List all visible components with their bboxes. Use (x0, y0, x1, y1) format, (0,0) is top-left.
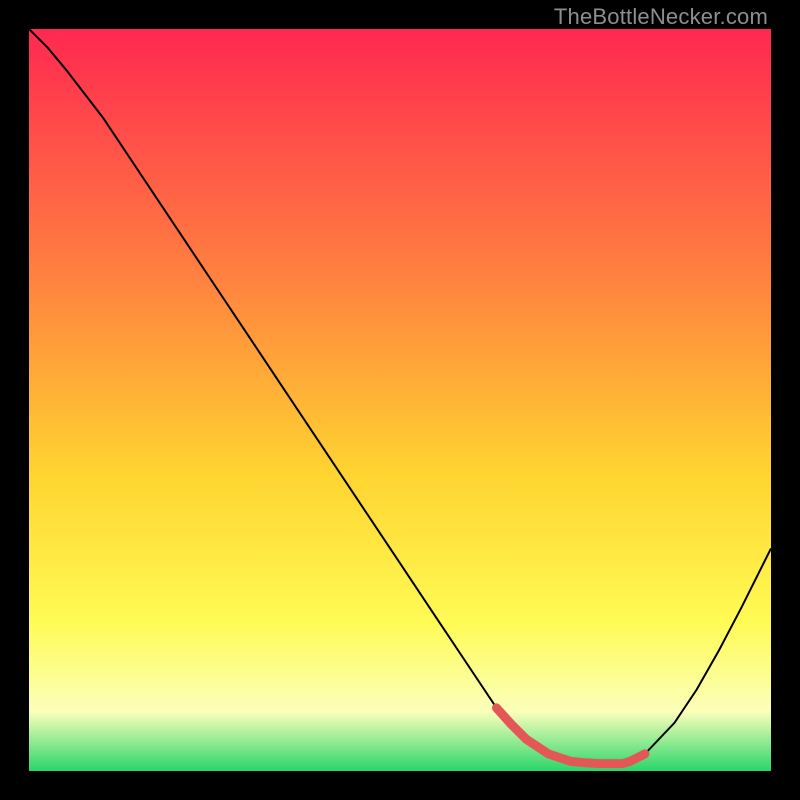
chart-background (29, 29, 771, 771)
watermark-attribution: TheBottleNecker.com (554, 4, 768, 30)
chart-frame (0, 0, 800, 800)
chart-canvas (29, 29, 771, 771)
